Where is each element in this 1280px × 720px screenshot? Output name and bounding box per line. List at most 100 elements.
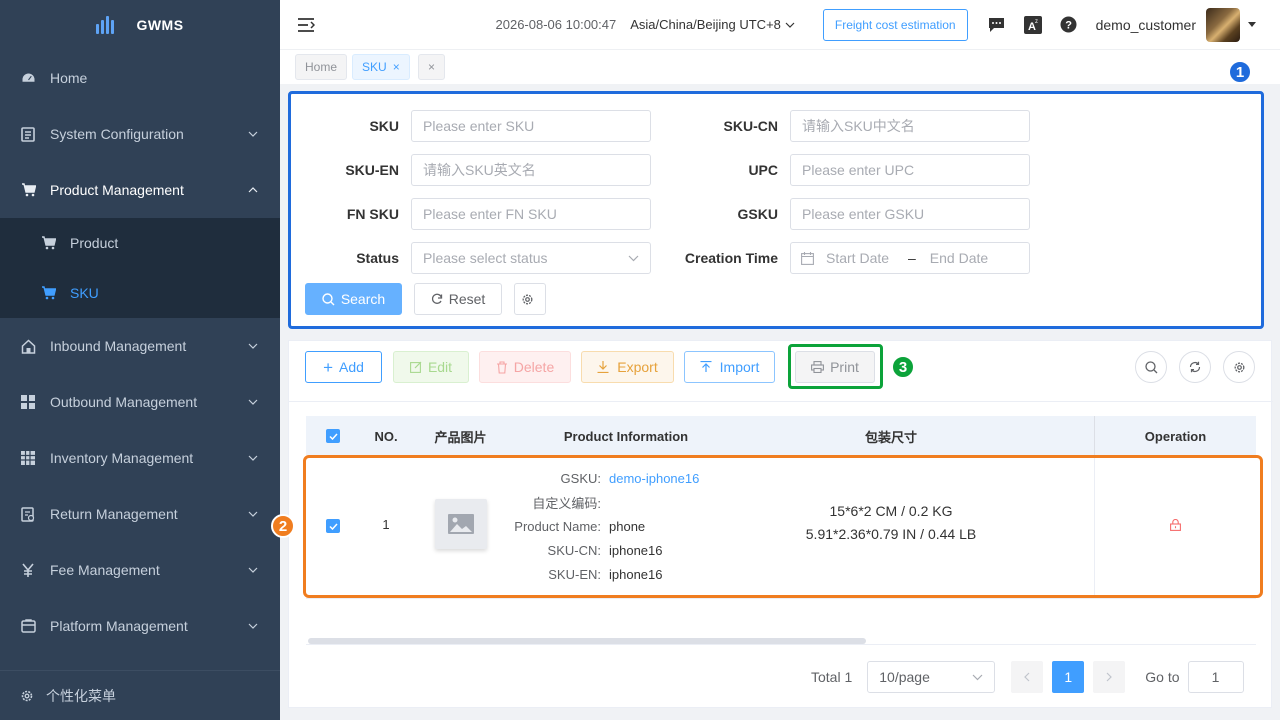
plus-icon: + [323,357,333,377]
delete-button-label: Delete [513,359,555,375]
search-button[interactable]: Search [305,283,402,315]
select-all-checkbox[interactable] [322,416,344,456]
sidebar-footer-label: 个性化菜单 [46,687,116,704]
info-key: SKU-EN: [548,566,601,582]
translate-icon[interactable]: Az [1023,15,1042,34]
page-size-select[interactable]: 10/page [867,661,996,693]
sidebar-personalize-menu[interactable]: 个性化菜单 [0,670,280,720]
field-label: Creation Time [684,250,778,266]
search-settings-button[interactable] [514,283,546,315]
chevron-down-icon [628,255,639,261]
tag-home[interactable]: Home [295,54,348,80]
refresh-icon [431,293,442,304]
gsku-link[interactable]: demo-iphone16 [609,471,699,486]
message-icon[interactable] [988,16,1006,34]
sidebar-item-label: SKU [70,285,99,301]
platform-icon [20,618,36,634]
app-logo[interactable]: GWMS [0,0,280,50]
chevron-down-icon [248,341,258,351]
goto-page-input[interactable]: 1 [1187,661,1244,693]
tag-sku[interactable]: SKU × [352,54,410,80]
table-bottom-divider [306,644,1256,645]
chevron-up-icon [248,185,258,195]
username[interactable]: demo_customer [1096,17,1196,33]
gear-icon [522,294,532,304]
creation-date-range[interactable]: Start Date – End Date [790,242,1030,274]
sku-input[interactable]: Please enter SKU [411,110,651,142]
top-header: 2026-08-06 10:00:47 Asia/China/Beijing U… [280,0,1280,50]
table-column-settings-button[interactable] [1223,351,1255,383]
info-value: iphone16 [609,542,663,558]
field-sku-en: SKU-EN 请输入SKU英文名 [291,154,651,186]
refresh-icon [1189,361,1201,373]
table-row[interactable]: 1 GSKU: demo-iphone16 自定义编码: Product Nam… [306,456,1256,598]
edit-button[interactable]: Edit [393,351,469,383]
sidebar-item-product[interactable]: Product [0,218,280,268]
product-submenu: Product SKU [0,218,280,318]
lock-icon[interactable] [1170,518,1181,534]
chevron-down-icon [972,674,983,680]
package-size-metric: 15*6*2 CM / 0.2 KG [829,503,953,519]
row-checkbox[interactable] [326,519,340,533]
sidebar-item-home[interactable]: Home [0,50,280,106]
delete-button[interactable]: Delete [479,351,571,383]
reset-button[interactable]: Reset [414,283,502,315]
sidebar-item-system-configuration[interactable]: System Configuration [0,106,280,162]
export-button[interactable]: Export [581,351,674,383]
chevron-right-icon [1106,672,1113,682]
sidebar: GWMS Home System Configuration Product M… [0,0,280,720]
table-search-toggle-button[interactable] [1135,351,1167,383]
sidebar-item-return-management[interactable]: Return Management [0,486,280,542]
reset-button-label: Reset [448,291,486,307]
sidebar-item-inbound-management[interactable]: Inbound Management [0,318,280,374]
sidebar-item-product-management[interactable]: Product Management [0,162,280,218]
sku-cn-input[interactable]: 请输入SKU中文名 [790,110,1030,142]
sidebar-item-fee-management[interactable]: Fee Management [0,542,280,598]
page-number-current[interactable]: 1 [1052,661,1085,693]
goto-label: Go to [1145,669,1180,685]
gear-icon [1234,362,1244,372]
avatar[interactable] [1206,7,1240,42]
timezone-selector[interactable]: Asia/China/Beijing UTC+8 [630,17,795,32]
timezone-label: Asia/China/Beijing UTC+8 [630,17,781,32]
field-gsku: GSKU Please enter GSKU [670,198,1030,230]
field-fn-sku: FN SKU Please enter FN SKU [291,198,651,230]
printer-icon [811,361,825,373]
svg-text:z: z [1035,19,1038,25]
sidebar-item-sku[interactable]: SKU [0,268,280,318]
product-image[interactable] [435,499,487,549]
import-button-label: Import [719,359,760,375]
next-page-button[interactable] [1093,661,1126,693]
sku-en-input[interactable]: 请输入SKU英文名 [411,154,651,186]
menu-toggle-icon[interactable] [297,17,316,33]
start-date-placeholder[interactable]: Start Date [826,250,896,266]
table-refresh-button[interactable] [1179,351,1211,383]
upc-input[interactable]: Please enter UPC [790,154,1030,186]
close-all-tags-button[interactable]: × [418,54,446,80]
status-select[interactable]: Please select status [411,242,651,274]
close-icon[interactable]: × [393,60,400,74]
info-key: GSKU: [560,470,601,486]
info-key: Product Name: [514,518,601,534]
fn-sku-input[interactable]: Please enter FN SKU [411,198,651,230]
info-key: SKU-CN: [547,542,601,558]
gsku-input[interactable]: Please enter GSKU [790,198,1030,230]
chevron-down-icon [248,129,258,139]
app-title: GWMS [136,17,184,33]
sidebar-item-outbound-management[interactable]: Outbound Management [0,374,280,430]
prev-page-button[interactable] [1011,661,1044,693]
sidebar-item-inventory-management[interactable]: Inventory Management [0,430,280,486]
sidebar-item-label: Inventory Management [50,450,194,466]
chevron-down-icon [248,509,258,519]
sidebar-item-platform-management[interactable]: Platform Management [0,598,280,654]
import-button[interactable]: Import [684,351,775,383]
row-number: 1 [382,517,390,532]
freight-cost-estimation-button[interactable]: Freight cost estimation [822,8,968,41]
end-date-placeholder[interactable]: End Date [930,250,988,266]
print-button[interactable]: Print [795,351,875,383]
print-button-label: Print [830,359,859,375]
page-size-value: 10/page [879,669,930,685]
caret-down-icon[interactable] [1248,22,1256,27]
add-button[interactable]: + Add [305,351,382,383]
help-icon[interactable]: ? [1060,16,1078,34]
